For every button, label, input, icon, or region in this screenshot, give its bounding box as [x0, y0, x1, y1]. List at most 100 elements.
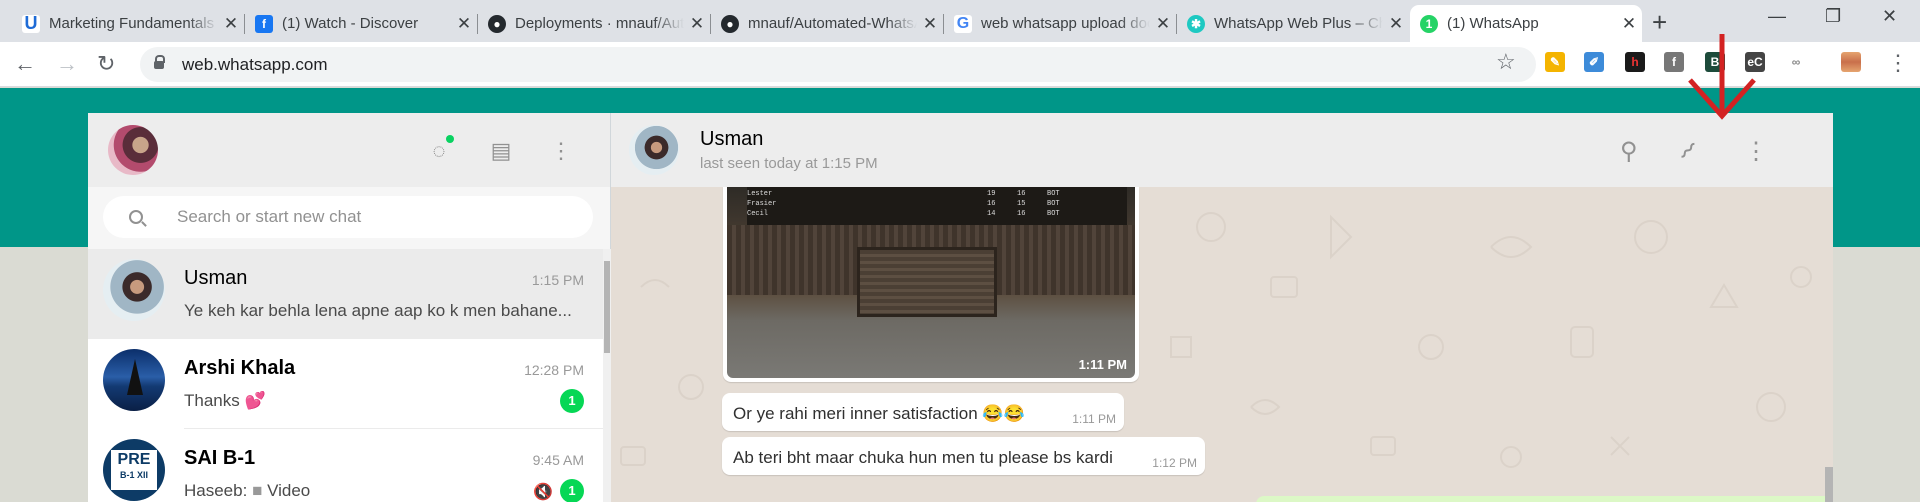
status-dot: [446, 135, 454, 143]
pen-ext-icon[interactable]: ✐: [1584, 52, 1604, 72]
tab-google-search[interactable]: G web whatsapp upload document ✕: [944, 5, 1177, 42]
sailboat-shape: [127, 359, 143, 395]
red-down-arrow-annotation: [1688, 34, 1756, 120]
new-chat-icon[interactable]: ▤: [487, 137, 515, 165]
maximize-icon[interactable]: ❐: [1825, 6, 1841, 27]
puzzle-favicon-icon: ✱: [1187, 14, 1205, 33]
message-time: 1:12 PM: [1152, 456, 1197, 470]
tab-facebook-watch[interactable]: f (1) Watch - Discover ✕: [245, 5, 478, 42]
google-favicon-icon: G: [954, 14, 972, 33]
chat-item-arshi-khala[interactable]: Arshi Khala 12:28 PM Thanks 💕 1: [88, 339, 611, 429]
chat-preview: Haseeb: ■ Video: [184, 481, 311, 500]
h-ext-icon[interactable]: h: [1625, 52, 1645, 72]
unread-badge: 1: [560, 479, 584, 502]
vent-panel: [857, 247, 997, 317]
chrome-menu-icon[interactable]: ⋮: [1887, 50, 1909, 76]
facebook-favicon-icon: f: [255, 14, 273, 33]
chat-item-sai-b1[interactable]: PRE B-1 XII SAI B-1 9:45 AM Haseeb: ■ Vid…: [88, 429, 611, 502]
tab-github-repo[interactable]: ● mnauf/Automated-WhatsApp ✕: [711, 5, 944, 42]
close-tab-icon[interactable]: ✕: [218, 14, 244, 34]
pre-logo: PRE B-1 XII: [111, 450, 157, 490]
conversation-panel: Usman last seen today at 1:15 PM ⚲ ⌇ ⋮ L…: [611, 113, 1833, 502]
whatsapp-favicon-icon: 1: [1420, 14, 1438, 33]
udemy-favicon-icon: U: [22, 13, 40, 33]
chat-time: 9:45 AM: [532, 452, 584, 468]
conversation-menu-icon[interactable]: ⋮: [1744, 137, 1768, 166]
browser-toolbar: ← → ↻ web.whatsapp.com ☆ ✎ ✐ h f B eC ∞ …: [0, 42, 1920, 87]
unread-badge: 1: [560, 389, 584, 413]
minimize-icon[interactable]: —: [1768, 6, 1786, 27]
github-favicon-icon: ●: [721, 14, 739, 33]
tab-whatsapp-web-plus[interactable]: ✱ WhatsApp Web Plus – Chrome ✕: [1177, 5, 1409, 42]
search-icon: [129, 210, 143, 224]
tab-title: (1) Watch - Discover: [282, 15, 419, 32]
tab-github-deployments[interactable]: ● Deployments · mnauf/Automated-WhatsApp…: [478, 5, 711, 42]
close-tab-icon[interactable]: ✕: [684, 14, 710, 34]
chat-list-panel: ◌ ▤ ⋮ Usman 1:15 PM Ye keh kar behla len…: [88, 113, 611, 502]
contact-avatar[interactable]: [629, 125, 679, 175]
bookmark-star-icon[interactable]: ☆: [1496, 49, 1516, 75]
muted-icon: 🔇: [533, 484, 553, 501]
video-camera-icon: ■: [252, 481, 263, 500]
chat-item-usman[interactable]: Usman 1:15 PM Ye keh kar behla lena apne…: [88, 249, 611, 339]
tab-title: (1) WhatsApp: [1447, 15, 1539, 32]
search-input[interactable]: [177, 207, 537, 227]
tab-whatsapp[interactable]: 1 (1) WhatsApp ✕: [1410, 5, 1642, 42]
menu-icon[interactable]: ⋮: [547, 137, 575, 165]
address-bar[interactable]: web.whatsapp.com: [140, 47, 1536, 82]
image-message[interactable]: Lester 19 16 BOT Frasier 16 15 BOT Cecil 14 16 BO…: [723, 187, 1139, 382]
close-tab-icon[interactable]: ✕: [451, 14, 477, 34]
browser-tab-strip: U Marketing Fundamentals ✕ f (1) Watch -…: [0, 0, 1920, 42]
close-tab-icon[interactable]: ✕: [1150, 14, 1176, 34]
whatsapp-app: ◌ ▤ ⋮ Usman 1:15 PM Ye keh kar behla len…: [88, 113, 1833, 502]
message-text: Or ye rahi meri inner satisfaction 😂😂: [733, 404, 1025, 423]
text-message[interactable]: Ab teri bht maar chuka hun men tu please…: [722, 437, 1205, 475]
tab-title: mnauf/Automated-WhatsApp: [748, 15, 917, 32]
lock-icon: [154, 54, 165, 69]
conversation-scrollbar[interactable]: [1825, 467, 1833, 502]
forward-arrow-icon[interactable]: →: [56, 51, 78, 77]
arshi-khala-avatar: [103, 349, 165, 411]
chat-time: 12:28 PM: [524, 362, 584, 378]
tab-marketing[interactable]: U Marketing Fundamentals ✕: [12, 5, 245, 42]
attach-paperclip-icon[interactable]: ⌇: [1672, 137, 1701, 166]
chat-preview: Thanks 💕: [184, 391, 266, 410]
tab-title: web whatsapp upload document: [981, 15, 1150, 32]
usman-avatar: [103, 259, 165, 321]
profile-header: ◌ ▤ ⋮: [88, 113, 610, 187]
close-tab-icon[interactable]: ✕: [1616, 14, 1642, 34]
github-favicon-icon: ●: [488, 14, 506, 33]
photo-of-screen[interactable]: Lester 19 16 BOT Frasier 16 15 BOT Cecil 14 16 BO…: [727, 187, 1135, 378]
tab-title: Marketing Fundamentals: [49, 15, 215, 32]
chat-name: SAI B-1: [184, 447, 256, 469]
search-messages-icon[interactable]: ⚲: [1620, 137, 1638, 166]
tab-title: WhatsApp Web Plus – Chrome: [1214, 15, 1383, 32]
facebook-ext-icon[interactable]: f: [1664, 52, 1684, 72]
scoreboard-table: Lester 19 16 BOT Frasier 16 15 BOT Cecil 14 16 BO…: [747, 187, 1127, 225]
link-ext-icon[interactable]: ∞: [1786, 52, 1806, 72]
chat-preview: Ye keh kar behla lena apne aap ko k men …: [184, 301, 572, 320]
last-seen-status: last seen today at 1:15 PM: [700, 155, 878, 172]
sai-b1-avatar: PRE B-1 XII: [103, 439, 165, 501]
chat-name: Arshi Khala: [184, 357, 296, 379]
close-tab-icon[interactable]: ✕: [1383, 14, 1409, 34]
highlighter-ext-icon[interactable]: ✎: [1545, 52, 1565, 72]
url-text: web.whatsapp.com: [182, 54, 328, 74]
chat-time: 1:15 PM: [531, 272, 584, 288]
back-arrow-icon[interactable]: ←: [14, 51, 36, 77]
new-tab-button[interactable]: +: [1652, 7, 1667, 38]
my-profile-avatar[interactable]: [108, 125, 158, 175]
conversation-header[interactable]: Usman last seen today at 1:15 PM ⚲ ⌇ ⋮: [611, 113, 1833, 187]
search-box[interactable]: [103, 196, 593, 238]
chat-list-scrollbar[interactable]: [603, 249, 611, 502]
message-time: 1:11 PM: [1072, 412, 1116, 426]
search-bar: [88, 187, 610, 249]
message-time: 1:11 PM: [1078, 357, 1127, 372]
reload-icon[interactable]: ↻: [97, 51, 115, 77]
close-window-icon[interactable]: ✕: [1882, 6, 1897, 27]
tab-title: Deployments · mnauf/Automated-WhatsApp: [515, 15, 684, 32]
close-tab-icon[interactable]: ✕: [917, 14, 943, 34]
outgoing-message-edge: [1256, 496, 1833, 502]
text-message[interactable]: Or ye rahi meri inner satisfaction 😂😂 1:…: [722, 393, 1124, 431]
color-ext-icon[interactable]: [1841, 52, 1861, 72]
